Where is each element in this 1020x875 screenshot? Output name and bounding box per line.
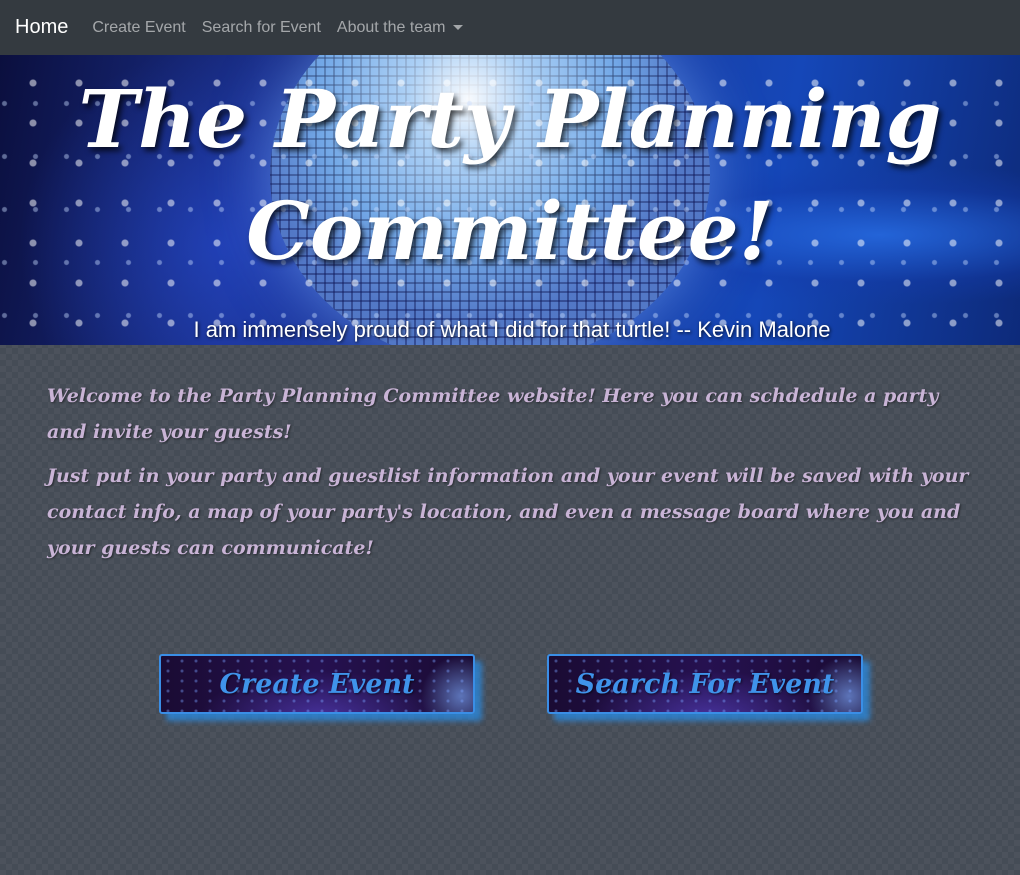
search-event-button[interactable]: Search For Event xyxy=(547,654,863,714)
intro-section: Welcome to the Party Planning Committee … xyxy=(47,378,977,574)
intro-paragraph-welcome: Welcome to the Party Planning Committee … xyxy=(47,385,939,443)
chevron-down-icon xyxy=(453,25,464,30)
intro-paragraph-instructions: Just put in your party and guestlist inf… xyxy=(47,465,969,559)
page-title-line-1: The Party Planning xyxy=(78,72,942,166)
nav-about-team-label: About the team xyxy=(336,18,446,36)
create-event-button[interactable]: Create Event xyxy=(159,654,475,714)
nav-home-link[interactable]: Home xyxy=(15,16,68,39)
page-title: The Party Planning Committee! xyxy=(0,63,1020,287)
hero-quote: I am immensely proud of what I did for t… xyxy=(193,317,831,342)
nav-about-team-dropdown[interactable]: About the team xyxy=(337,19,464,37)
top-navbar: Home Create Event Search for Event About… xyxy=(0,0,1020,55)
nav-create-event-link[interactable]: Create Event xyxy=(92,19,185,37)
search-event-button-label: Search For Event xyxy=(575,668,835,700)
nav-search-event-link[interactable]: Search for Event xyxy=(202,19,321,37)
create-event-button-label: Create Event xyxy=(219,668,415,700)
hero-banner: The Party Planning Committee! I am immen… xyxy=(0,55,1020,345)
page-title-line-2: Committee! xyxy=(246,184,774,278)
